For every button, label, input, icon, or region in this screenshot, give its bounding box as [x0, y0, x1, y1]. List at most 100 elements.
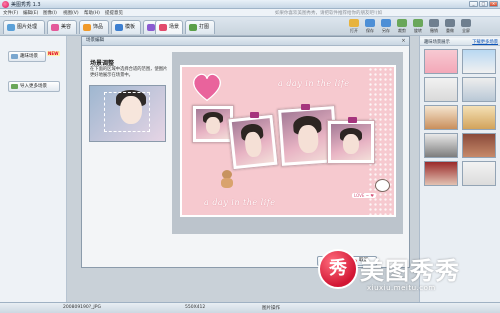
crop-icon	[397, 19, 407, 27]
maximize-button[interactable]: □	[479, 1, 488, 7]
tab-beauty[interactable]: 美容	[47, 20, 77, 34]
teddy-bear-icon	[220, 170, 234, 188]
photo-frame	[327, 120, 375, 164]
scene-thumbnail[interactable]	[424, 77, 458, 102]
import-scenes-button[interactable]: 导入更多场景	[8, 81, 60, 92]
open-button[interactable]: 打开	[347, 19, 361, 35]
undo-button[interactable]: 撤销	[427, 19, 441, 35]
tab-label: 图片处理	[17, 24, 38, 30]
status-size: 550X412	[185, 305, 206, 310]
menu-feedback[interactable]: 提提意见	[105, 10, 123, 16]
minimize-button[interactable]: _	[469, 1, 478, 7]
love-tag: LOVE ~ ♥	[352, 193, 376, 198]
meitu-seal-logo: 秀	[318, 249, 358, 289]
toolbar-label: 旋转	[414, 28, 422, 33]
scene-thumbnail[interactable]	[462, 49, 496, 74]
button-label: 趣味场景	[20, 54, 38, 59]
scene-text-bottom: a day in the life	[204, 198, 276, 207]
crop-preview[interactable]	[89, 85, 166, 142]
toolbar-label: 另存	[382, 28, 390, 33]
scene-thumbnail[interactable]	[424, 105, 458, 130]
tab-print[interactable]: 打图	[185, 20, 215, 34]
selection-frame[interactable]	[104, 92, 150, 132]
meitu-url: xiuxiu.meitu.com	[367, 284, 436, 292]
tab-label: 模板	[125, 24, 136, 30]
tab-label: 场景	[169, 24, 180, 30]
picture-icon	[7, 24, 15, 31]
left-panel: 趣味场景 NEW 导入更多场景	[0, 36, 67, 302]
scene-icon	[11, 54, 18, 59]
canvas-area: a day in the life LOVE ~ ♥ a day in the …	[172, 52, 403, 234]
scene-thumbnail[interactable]	[424, 133, 458, 158]
dialog-title-bar: 场景编辑	[82, 37, 409, 46]
dialog-close-button[interactable]: ×	[400, 38, 407, 44]
toolbar-label: 裁剪	[398, 28, 406, 33]
toolbar-label: 保存	[366, 28, 374, 33]
menu-file[interactable]: 文件(F)	[3, 10, 18, 16]
rotate-icon	[413, 19, 423, 27]
fun-scene-button[interactable]: 趣味场景	[8, 51, 46, 62]
dialog-title: 场景编辑	[86, 38, 104, 43]
photo-image	[331, 124, 371, 160]
folder-icon	[349, 19, 359, 27]
toolbar-label: 全屏	[462, 28, 470, 33]
right-panel-title: 趣味场景展示	[424, 40, 450, 45]
tab-image-processing[interactable]: 图片处理	[3, 20, 45, 34]
tab-label: 饰品	[93, 24, 104, 30]
redo-button[interactable]: 重做	[443, 19, 457, 35]
howto-title: 场景调整	[90, 60, 115, 67]
fullscreen-icon	[461, 19, 471, 27]
right-panel-header: 趣味场景展示 下载更多场景	[420, 38, 500, 46]
save-icon	[365, 19, 375, 27]
photo-image	[196, 109, 230, 139]
menu-view[interactable]: 视图(V)	[63, 10, 79, 16]
save-as-button[interactable]: 另存	[379, 19, 393, 35]
toolbar-label: 打开	[350, 28, 358, 33]
rotate-button[interactable]: 旋转	[411, 19, 425, 35]
scene-thumbnail[interactable]	[462, 105, 496, 130]
fullscreen-button[interactable]: 全屏	[459, 19, 473, 35]
save-button[interactable]: 保存	[363, 19, 377, 35]
howto-text: 在下面的区域中选择合适的范围，使图片更好地展示在场景中。	[90, 67, 168, 78]
save-as-icon	[381, 19, 391, 27]
scene-thumbnail[interactable]	[462, 161, 496, 186]
scene-thumbnail[interactable]	[424, 49, 458, 74]
crown-icon	[348, 117, 357, 123]
menu-image[interactable]: 图像(I)	[43, 10, 57, 16]
toolbar-label: 撤销	[430, 28, 438, 33]
scene-thumbnail[interactable]	[462, 133, 496, 158]
scene-preview: a day in the life LOVE ~ ♥ a day in the …	[180, 65, 396, 217]
tab-templates[interactable]: 模板	[111, 20, 141, 34]
tab-label: 美容	[61, 24, 72, 30]
decoration-icon	[83, 24, 91, 31]
beauty-icon	[51, 24, 59, 31]
scene-icon	[159, 24, 167, 31]
status-filename: 200809190?_JPG	[63, 305, 101, 310]
menu-bar: 文件(F) 编辑(E) 图像(I) 视图(V) 帮助(H) 提提意见 如果你喜欢…	[0, 9, 500, 17]
heart-icon	[190, 72, 224, 102]
flash-icon	[147, 24, 155, 31]
meitu-brand-name: 美图秀秀	[360, 257, 460, 285]
scene-thumbnail[interactable]	[462, 77, 496, 102]
crop-button[interactable]: 裁剪	[395, 19, 409, 35]
window-controls: _ □ ×	[469, 1, 498, 7]
menu-edit[interactable]: 编辑(E)	[23, 10, 38, 16]
tab-decorations[interactable]: 饰品	[79, 20, 109, 34]
scene-thumbnail[interactable]	[424, 161, 458, 186]
tab-bar: 图片处理 美容 饰品 模板 闪图 场景 打图 打开 保存 另存 裁剪	[0, 17, 500, 36]
scene-edit-dialog: 场景编辑 × 场景调整 在下面的区域中选择合适的范围，使图片更好地展示在场景中。…	[81, 36, 410, 268]
photo-frame	[227, 113, 279, 171]
download-more-link[interactable]: 下载更多场景	[472, 39, 498, 45]
undo-icon	[429, 19, 439, 27]
window-title: 美图秀秀 1.3	[11, 2, 41, 8]
status-bar: 200809190?_JPG 550X412 图片操作	[0, 302, 500, 313]
print-icon	[189, 24, 197, 31]
tab-label: 打图	[199, 24, 210, 30]
app-logo-icon	[2, 1, 9, 8]
redo-icon	[445, 19, 455, 27]
scene-text-top: a day in the life	[278, 79, 350, 88]
menu-help[interactable]: 帮助(H)	[84, 10, 100, 16]
new-badge: NEW	[47, 51, 60, 56]
close-button[interactable]: ×	[489, 1, 498, 7]
tab-scene[interactable]: 场景	[155, 20, 183, 34]
